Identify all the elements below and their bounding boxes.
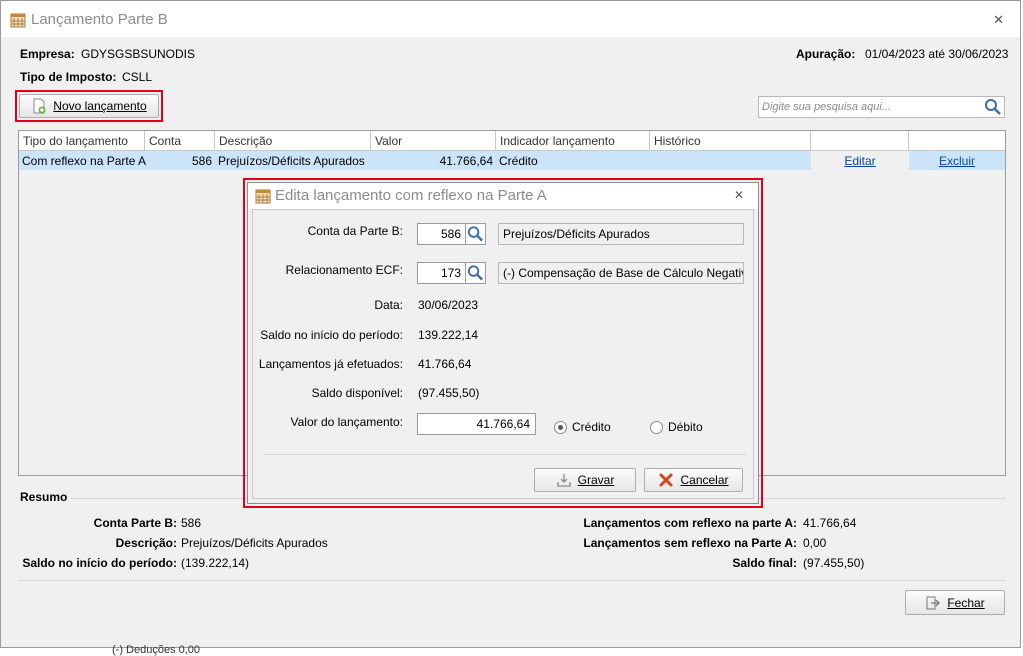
window-title: Lançamento Parte B <box>31 11 168 28</box>
novo-lancamento-label: Novo lançamento <box>53 99 147 113</box>
cell-descricao: Prejuízos/Déficits Apurados <box>218 154 365 168</box>
col-tipo[interactable]: Tipo do lançamento <box>19 131 145 151</box>
resumo-conta-value: 586 <box>181 516 202 530</box>
relacionamento-ecf-label: Relacionamento ECF: <box>285 263 403 277</box>
resumo-sem-reflexo-label: Lançamentos sem reflexo na Parte A: <box>583 536 797 550</box>
close-icon[interactable]: ✕ <box>993 12 1004 28</box>
relacionamento-search-button[interactable] <box>465 262 486 284</box>
cancelar-button[interactable]: Cancelar <box>644 468 743 492</box>
search-icon <box>985 99 1001 115</box>
edit-dialog: Edita lançamento com reflexo na Parte A … <box>247 182 759 504</box>
col-valor[interactable]: Valor <box>371 131 496 151</box>
apuracao-value: 01/04/2023 até 30/06/2023 <box>865 47 1009 61</box>
resumo-title: Resumo <box>20 490 68 504</box>
ledger-icon <box>255 189 271 204</box>
dialog-title-bar: Edita lançamento com reflexo na Parte A … <box>248 183 758 209</box>
cell-tipo: Com reflexo na Parte A <box>22 154 147 168</box>
cell-historico <box>650 151 811 170</box>
credito-radio[interactable] <box>554 421 567 434</box>
search-button[interactable] <box>983 96 1005 118</box>
cell-conta: 586 <box>191 154 212 168</box>
dialog-divider <box>263 454 746 455</box>
saldo-inicio-value: 139.222,14 <box>418 328 479 342</box>
saldo-inicio-label: Saldo no início do período: <box>260 328 403 342</box>
resumo-saldo-final-label: Saldo final: <box>732 556 797 570</box>
resumo-descricao-label: Descrição: <box>115 536 177 550</box>
resumo-sem-reflexo-value: 0,00 <box>803 536 827 550</box>
fechar-label: Fechar <box>947 595 985 610</box>
col-excluir <box>909 131 1005 151</box>
new-document-icon <box>33 98 46 114</box>
table-header: Tipo do lançamento Conta Descrição Valor… <box>19 131 1005 151</box>
footer-divider <box>18 580 1006 581</box>
apuracao-label: Apuração: <box>796 47 856 61</box>
conta-parte-b-label: Conta da Parte B: <box>307 224 403 238</box>
data-value: 30/06/2023 <box>418 298 479 312</box>
title-bar: Lançamento Parte B ✕ <box>1 1 1020 37</box>
debito-label: Débito <box>668 420 703 434</box>
col-historico[interactable]: Histórico <box>650 131 811 151</box>
tipo-imposto-value: CSLL <box>122 70 153 84</box>
lancamentos-efetuados-label: Lançamentos já efetuados: <box>258 357 403 371</box>
empresa-label: Empresa: <box>20 47 75 61</box>
dialog-title: Edita lançamento com reflexo na Parte A <box>275 187 547 204</box>
empresa-value: GDYSGSBSUNODIS <box>81 47 196 61</box>
dialog-body: Conta da Parte B: 586 Prejuízos/Déficits… <box>252 209 754 499</box>
save-icon <box>557 474 571 487</box>
cancel-icon <box>659 473 673 487</box>
col-indicador[interactable]: Indicador lançamento <box>496 131 650 151</box>
cancelar-label: Cancelar <box>680 473 729 487</box>
debito-radio[interactable] <box>650 421 663 434</box>
search-input[interactable]: Digite sua pesquisa aqui... <box>758 96 984 118</box>
resumo-com-reflexo-label: Lançamentos com reflexo na parte A: <box>583 516 797 530</box>
search-icon <box>467 265 483 281</box>
excluir-link[interactable]: Excluir <box>909 151 1005 170</box>
data-label: Data: <box>374 298 403 312</box>
resumo-conta-label: Conta Parte B: <box>93 516 177 530</box>
relacionamento-ecf-input[interactable]: 173 <box>417 262 467 284</box>
ledger-icon <box>10 13 26 28</box>
conta-search-button[interactable] <box>465 223 486 245</box>
col-descricao[interactable]: Descrição <box>215 131 371 151</box>
saldo-disponivel-value: (97.455,50) <box>418 386 480 400</box>
resumo-saldo-inicio-label: Saldo no início do período: <box>22 556 177 570</box>
background-text: (-) Deduções 0,00 <box>112 644 201 656</box>
valor-lancamento-input[interactable]: 41.766,64 <box>417 413 536 435</box>
fechar-button[interactable]: Fechar <box>905 590 1005 615</box>
gravar-label: Gravar <box>577 473 615 487</box>
table-row[interactable]: Com reflexo na Parte A 586 Prejuízos/Déf… <box>19 151 1005 170</box>
tipo-imposto-label: Tipo de Imposto: <box>20 70 117 84</box>
col-conta[interactable]: Conta <box>145 131 215 151</box>
relacionamento-ecf-description: (-) Compensação de Base de Cálculo Negat… <box>498 262 744 284</box>
cell-valor: 41.766,64 <box>439 154 493 168</box>
resumo-descricao-value: Prejuízos/Déficits Apurados <box>181 536 328 550</box>
saldo-disponivel-label: Saldo disponível: <box>311 386 403 400</box>
col-editar <box>811 131 909 151</box>
valor-lancamento-label: Valor do lançamento: <box>290 415 403 429</box>
search-icon <box>467 226 483 242</box>
dialog-close-icon[interactable]: ✕ <box>734 188 744 202</box>
lancamentos-efetuados-value: 41.766,64 <box>418 357 472 371</box>
gravar-button[interactable]: Gravar <box>534 468 636 492</box>
editar-link[interactable]: Editar <box>811 151 909 170</box>
resumo-com-reflexo-value: 41.766,64 <box>803 516 857 530</box>
cell-indicador: Crédito <box>499 154 538 168</box>
conta-parte-b-description: Prejuízos/Déficits Apurados <box>498 223 744 245</box>
conta-parte-b-input[interactable]: 586 <box>417 223 467 245</box>
resumo-saldo-final-value: (97.455,50) <box>803 556 865 570</box>
exit-icon <box>926 596 941 609</box>
resumo-saldo-inicio-value: (139.222,14) <box>181 556 250 570</box>
novo-lancamento-button[interactable]: Novo lançamento <box>19 94 159 118</box>
credito-label: Crédito <box>572 420 611 434</box>
